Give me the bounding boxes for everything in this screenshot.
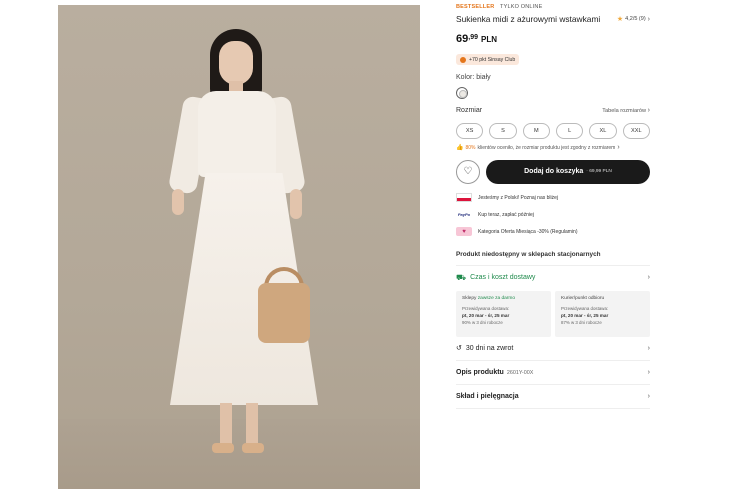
delivery-section-toggle[interactable]: ⛟ Czas i koszt dostawy › [456,270,650,286]
product-price: 69,99 PLN [456,33,650,47]
bestseller-badge: BESTSELLER [456,4,495,10]
product-title: Sukienka midi z ażurowymi wstawkami [456,14,601,24]
chevron-right-icon: › [647,392,650,400]
stores-header: Sklepy [462,295,477,301]
delivery-title: Czas i koszt dostawy [470,274,536,281]
rating-value: 4,2/5 (9) [625,16,646,22]
color-label: Kolor: biały [456,73,491,81]
stores-free-label: zawsze za darmo [477,295,516,301]
info-offer-text: Kategoria Oferta Miesiąca -30% (Regulami… [478,228,578,235]
description-link[interactable]: Opis produktu 2601Y-00X › [456,361,650,385]
club-points-text: +70 pkt Sinsay Club [469,56,516,63]
price-currency: PLN [481,35,498,44]
dress-bodice [198,91,276,177]
courier-delivery-dates: pt, 20 mar - śr, 25 mar [561,312,609,318]
info-offer[interactable]: ♥ Kategoria Oferta Miesiąca -30% (Regula… [456,226,650,238]
sandal-right [242,443,264,453]
paypo-logo-icon: PayPo [457,212,471,217]
chevron-right-icon: › [647,344,650,352]
chevron-right-icon: › [647,368,650,376]
store-availability: Produkt niedostępny w sklepach stacjonar… [456,244,650,266]
poland-flag-icon [456,193,472,202]
courier-header: Kurier/punkt odbioru [561,295,605,301]
model-face [219,41,253,85]
stores-delivery-pct: 90% w 3 dni robocze [462,319,503,325]
info-poland-text: Jesteśmy z Polski! Poznaj nas bliżej [478,194,559,201]
product-tags: BESTSELLER TYLKO ONLINE [456,4,650,12]
delivery-stores-box: Sklepy zawsze za darmo Przewidywana dost… [456,290,551,337]
size-l-button[interactable]: L [555,122,584,139]
chevron-right-icon: › [647,274,650,281]
stores-delivery-dates: pt, 20 mar - śr, 25 mar [462,312,510,318]
add-to-cart-button[interactable]: Dodaj do koszyka · 69,99 PLN [486,159,650,184]
model-leg-right [246,403,258,447]
care-link[interactable]: Skład i pielęgnacja › [456,385,650,409]
model-leg-left [220,403,232,447]
price-main: 69 [456,33,469,45]
stores-delivery-label: Przewidywana dostawa: [462,305,510,311]
sandal-left [212,443,234,453]
product-code: 2601Y-00X [506,369,534,376]
handbag [258,283,310,343]
delivery-courier-box: Kurier/punkt odbioru Przewidywana dostaw… [555,290,650,337]
model-hand-left [172,189,184,215]
courier-delivery-label: Przewidywana dostawa: [561,305,609,311]
product-panel: BESTSELLER TYLKO ONLINE Sukienka midi z … [456,4,650,409]
rating-link[interactable]: ★ 4,2/5 (9) › [616,15,650,24]
chevron-right-icon: › [647,107,650,114]
wishlist-button[interactable]: ♡ [456,159,480,184]
fit-percent: 80% [465,144,476,151]
returns-text: 30 dni na zwrot [465,344,514,352]
size-xs-button[interactable]: XS [456,122,484,139]
photo-floor [58,419,420,489]
size-s-button[interactable]: S [489,122,517,139]
size-table-link[interactable]: Tabela rozmiarów › [602,107,650,114]
heart-icon: ♡ [463,166,473,177]
club-points-badge[interactable]: +70 pkt Sinsay Club [456,54,520,65]
chevron-right-icon: › [617,144,620,151]
care-label: Skład i pielęgnacja [456,392,519,400]
star-icon: ★ [616,16,624,23]
info-paypo-text: Kup teraz, zapłać później [478,211,534,218]
size-label: Rozmiar [456,107,483,114]
thumbs-up-icon: 👍 [456,145,464,151]
size-xl-button[interactable]: XL [589,122,617,139]
fit-text: klientów oceniło, że rozmiar produktu je… [477,144,616,151]
size-m-button[interactable]: M [522,122,550,139]
size-selector: XS S M L XL XXL [456,122,650,139]
truck-icon: ⛟ [456,272,467,282]
model-hand-right [290,189,302,219]
coin-icon [460,56,466,63]
price-decimals: ,99 [468,34,478,41]
delivery-options: Sklepy zawsze za darmo Przewidywana dost… [456,290,650,337]
online-only-tag: TYLKO ONLINE [500,4,543,10]
product-photo[interactable] [58,5,420,489]
courier-delivery-pct: 87% w 3 dni robocze [561,319,602,325]
return-arrow-icon: ↺ [456,345,462,352]
add-to-cart-label: Dodaj do koszyka [524,168,584,175]
color-swatch-white[interactable] [456,86,468,99]
size-xxl-button[interactable]: XXL [622,122,650,139]
info-paypo[interactable]: PayPo Kup teraz, zapłać później [456,209,650,221]
size-table-text: Tabela rozmiarów [602,108,647,114]
info-list: Jesteśmy z Polski! Poznaj nas bliżej Pay… [456,192,650,238]
returns-link[interactable]: ↺ 30 dni na zwrot › [456,337,650,361]
description-label: Opis produktu [456,368,504,376]
info-poland[interactable]: Jesteśmy z Polski! Poznaj nas bliżej [456,192,650,204]
chevron-right-icon: › [647,15,650,23]
gift-icon: ♥ [456,227,472,236]
fit-feedback[interactable]: 👍 80% klientów oceniło, że rozmiar produ… [456,144,650,152]
add-to-cart-price: · 69,99 PLN [586,169,612,174]
